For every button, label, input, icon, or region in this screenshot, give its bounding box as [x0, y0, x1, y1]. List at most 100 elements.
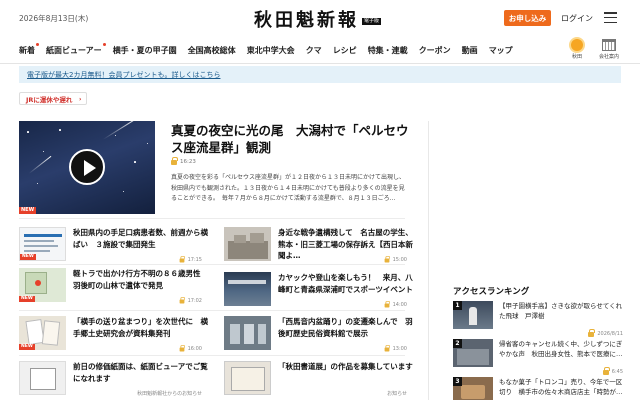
weather-widget[interactable]: 秋田: [568, 39, 586, 60]
divider: [19, 355, 405, 356]
lock-icon: [179, 344, 185, 351]
lock-icon: [588, 328, 596, 337]
article-thumbnail: [19, 361, 66, 395]
alert-tag-jr[interactable]: JRに運休や遅れ ›: [19, 92, 88, 105]
article-thumbnail: NEW: [19, 316, 66, 350]
divider: [19, 264, 405, 265]
ranking-thumbnail: 3: [453, 377, 493, 400]
divider: [19, 218, 405, 219]
logo-badge: 電子版: [362, 17, 382, 25]
article-meta: 17:15: [179, 255, 202, 263]
weather-location: 秋田: [571, 54, 582, 60]
site-logo[interactable]: 秋田魁新報 電子版: [254, 7, 404, 31]
logo-text: 秋田魁新報: [254, 10, 359, 31]
ranking-title: アクセスランキング: [453, 287, 530, 297]
article-thumbnail: [224, 316, 271, 350]
header: 2026年8月13日(木) 秋田魁新報 電子版 お申し込み ログイン: [0, 0, 640, 38]
ranking-item-meta: 2026/8/11: [588, 328, 623, 337]
lock-icon: [602, 366, 610, 375]
article-item[interactable]: NEW 秋田県内の手足口病患者数、前週から横ばい ３施設で集団発生 17:15: [19, 227, 208, 263]
article-item[interactable]: NEW 軽トラで出かけ行方不明の８６歳男性 羽後町の山林で遺体で発見 17:02: [19, 268, 208, 304]
ranking-item-title: 【甲子園横手高】さきな欲が取らせてくれた飛球 戸澤樹: [499, 302, 623, 320]
company-label: 会社案内: [598, 54, 619, 60]
hamburger-menu-icon[interactable]: [604, 12, 617, 23]
nav-item-new[interactable]: 新着: [19, 43, 39, 56]
article-item[interactable]: 前日の修価紙面は、紙面ビューアでご覧になれます 秋田魁新報社からのお知らせ: [19, 361, 208, 397]
article-meta: 17:02: [179, 296, 202, 304]
alert-tag-label: JRに運休や遅れ: [26, 95, 73, 104]
article-title: 「秋田書道展」の作品を募集しています: [278, 362, 413, 371]
article-item[interactable]: 身近な戦争遺構残して 名古屋の学生、熊本・旧三菱工場の保存訴え【西日本新聞よ… …: [224, 227, 413, 263]
article-title: 「横手の送り盆まつり」を次世代に 横手郷土史研究会が資料集発刊: [73, 317, 208, 338]
promo-text[interactable]: 電子版が最大2カ月無料！会員プレゼントも。詳しくはこちら: [27, 70, 220, 80]
nav-item-map[interactable]: マップ: [489, 45, 513, 56]
main-nav: 新着 紙面ビューアー 横手・夏の甲子園 全国高校総体 東北中学大会 クマ レシピ…: [0, 38, 640, 64]
nav-item-koshien[interactable]: 横手・夏の甲子園: [113, 45, 177, 56]
current-date: 2026年8月13日(木): [19, 14, 89, 23]
article-thumbnail: NEW: [19, 227, 66, 261]
building-icon: [602, 39, 616, 51]
lock-icon: [179, 255, 185, 262]
nav-item-recipe[interactable]: レシピ: [333, 45, 357, 56]
ranking-item-meta: 6:45: [602, 366, 623, 375]
play-icon[interactable]: [69, 149, 105, 185]
nav-item-viewer[interactable]: 紙面ビューアー: [46, 43, 106, 56]
feature-video-thumbnail[interactable]: NEW: [19, 121, 155, 214]
nav-item-tohoku-jh[interactable]: 東北中学大会: [247, 45, 295, 56]
feature-body: 真夏の夜空を彩る「ペルセウス座流星群」が１２日夜から１３日未明にかけて出現し、秋…: [171, 174, 406, 202]
article-title: 秋田県内の手足口病患者数、前週から横ばい ３施設で集団発生: [73, 228, 208, 249]
article-item[interactable]: 「秋田書道展」の作品を募集しています お知らせ: [224, 361, 413, 397]
new-dot-icon: [36, 43, 39, 46]
article-item[interactable]: 「西馬音内盆踊り」の変遷楽しんで 羽後町歴史民俗資料館で展示 13:00: [224, 316, 413, 352]
new-dot-icon: [102, 43, 106, 46]
article-meta: 15:00: [384, 255, 407, 263]
nav-items: 新着 紙面ビューアー 横手・夏の甲子園 全国高校総体 東北中学大会 クマ レシピ…: [19, 38, 524, 63]
new-badge: NEW: [20, 253, 36, 260]
nav-item-coupon[interactable]: クーポン: [419, 45, 451, 56]
divider: [19, 310, 405, 311]
article-title: 「西馬音内盆踊り」の変遷楽しんで 羽後町歴史民俗資料館で展示: [278, 317, 413, 338]
article-meta: 秋田魁新報社からのお知らせ: [137, 391, 202, 397]
ranking-item-title: もなか菓子「トロンコ」売り、今年で一区切り 横手市の佐々木商店店主「時勢が…: [499, 378, 623, 396]
apply-button[interactable]: お申し込み: [504, 10, 551, 26]
article-item[interactable]: NEW 「横手の送り盆まつり」を次世代に 横手郷土史研究会が資料集発刊 16:0…: [19, 316, 208, 352]
new-badge: NEW: [19, 343, 35, 350]
feature-time: 16:23: [171, 156, 196, 165]
nav-item-features[interactable]: 特集・連載: [368, 45, 408, 56]
ranking-thumbnail: 1: [453, 301, 493, 329]
ranking-item[interactable]: 3 もなか菓子「トロンコ」売り、今年で一区切り 横手市の佐々木商店店主「時勢が…: [453, 377, 623, 400]
article-meta: お知らせ: [387, 391, 407, 397]
new-badge: NEW: [19, 207, 37, 214]
company-info-link[interactable]: 会社案内: [595, 39, 623, 60]
article-title: カヤックや登山を楽しもう！ 来月、八峰町と青森県深浦町でスポーツイベント: [278, 273, 413, 294]
ranking-thumbnail: 2: [453, 339, 493, 367]
article-meta: 16:00: [179, 344, 202, 352]
article-title: 前日の修価紙面は、紙面ビューアでご覧になれます: [73, 362, 208, 383]
article-thumbnail: [224, 227, 271, 261]
login-link[interactable]: ログイン: [561, 13, 593, 24]
article-thumbnail: [224, 361, 271, 395]
article-thumbnail: NEW: [19, 268, 66, 302]
chevron-right-icon: ›: [78, 96, 82, 103]
article-meta: 13:00: [384, 344, 407, 352]
rank-number: 3: [453, 377, 462, 386]
lock-icon: [171, 156, 178, 165]
article-item[interactable]: カヤックや登山を楽しもう！ 来月、八峰町と青森県深浦町でスポーツイベント 14:…: [224, 272, 413, 308]
article-meta: 14:00: [384, 300, 407, 308]
column-divider: [428, 121, 429, 400]
sun-icon: [571, 39, 583, 51]
lock-icon: [384, 344, 390, 351]
rank-number: 2: [453, 339, 462, 348]
nav-item-inter-high[interactable]: 全国高校総体: [188, 45, 236, 56]
rank-number: 1: [453, 301, 462, 310]
feature-title[interactable]: 真夏の夜空に光の尾 大潟村で「ペルセウス座流星群」観測: [171, 122, 411, 156]
promo-banner[interactable]: 電子版が最大2カ月無料！会員プレゼントも。詳しくはこちら: [19, 66, 621, 83]
nav-item-video[interactable]: 動画: [462, 45, 478, 56]
ranking-item[interactable]: 2 帰省客のキャンセル続く中、少しずつにぎやかな声 秋田出身女性、熊本で医療に……: [453, 339, 623, 375]
lock-icon: [384, 300, 390, 307]
ranking-item-title: 帰省客のキャンセル続く中、少しずつにぎやかな声 秋田出身女性、熊本で医療に…: [499, 340, 623, 358]
article-title: 軽トラで出かけ行方不明の８６歳男性 羽後町の山林で遺体で発見: [73, 269, 208, 290]
ranking-item[interactable]: 1 【甲子園横手高】さきな欲が取らせてくれた飛球 戸澤樹 2026/8/11: [453, 301, 623, 337]
nav-item-bear[interactable]: クマ: [306, 45, 322, 56]
article-thumbnail: [224, 272, 271, 306]
